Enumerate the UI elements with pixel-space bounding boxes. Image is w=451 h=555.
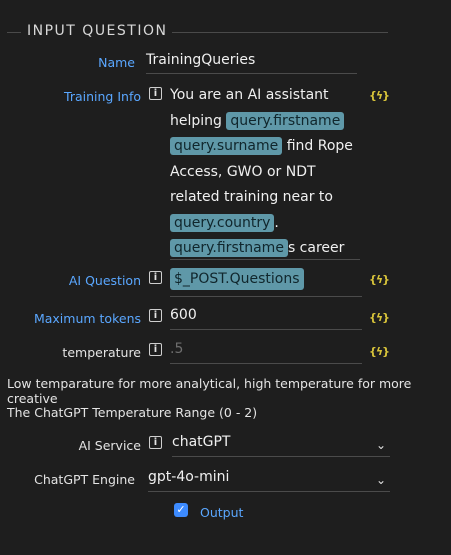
temperature-hint: Low temparature for more analytical, hig… — [7, 376, 412, 406]
variable-tag[interactable]: query.country — [170, 213, 275, 232]
output-checkbox[interactable]: ✓ — [174, 503, 188, 517]
engine-label: ChatGPT Engine — [34, 472, 135, 487]
temperature-range-note: The ChatGPT Temperature Range (0 - 2) — [7, 405, 258, 420]
lightning-bolt-icon[interactable]: {ϟ} — [369, 273, 390, 286]
temperature-input[interactable]: .5 — [170, 341, 362, 364]
output-label[interactable]: Output — [200, 505, 243, 520]
lightning-bolt-icon[interactable]: {ϟ} — [369, 345, 390, 358]
max-tokens-label: Maximum tokens — [33, 311, 141, 326]
max-tokens-input[interactable]: 600 — [170, 307, 362, 330]
section-divider-right — [172, 32, 388, 33]
variable-tag[interactable]: query.firstname — [170, 239, 288, 257]
lightning-bolt-icon[interactable]: {ϟ} — [369, 89, 390, 102]
training-info-textarea[interactable]: You are an AI assistant helping query.fi… — [170, 83, 360, 260]
ai-question-input[interactable]: $_POST.Questions — [170, 267, 362, 297]
lightning-bolt-icon[interactable]: {ϟ} — [369, 311, 390, 324]
section-title: INPUT QUESTION — [27, 23, 168, 39]
name-label: Name — [98, 55, 135, 70]
variable-tag[interactable]: $_POST.Questions — [170, 268, 304, 290]
info-icon[interactable]: i — [149, 87, 162, 100]
ai-service-label: AI Service — [78, 438, 141, 453]
training-info-label: Training Info — [64, 89, 141, 104]
engine-select[interactable]: gpt-4o-mini — [148, 469, 390, 492]
name-input[interactable]: TrainingQueries — [146, 52, 357, 74]
check-icon: ✓ — [176, 503, 186, 516]
info-icon[interactable]: i — [149, 309, 162, 322]
section-divider-left — [7, 32, 21, 33]
variable-tag[interactable]: query.surname — [170, 137, 283, 155]
ai-service-select[interactable]: chatGPT — [172, 434, 390, 457]
variable-tag[interactable]: query.firstname — [226, 111, 345, 130]
chevron-down-icon[interactable]: ⌄ — [376, 473, 386, 487]
chevron-down-icon[interactable]: ⌄ — [376, 438, 386, 452]
temperature-label: temperature — [62, 345, 141, 360]
info-icon[interactable]: i — [149, 343, 162, 356]
info-icon[interactable]: i — [149, 271, 162, 284]
ai-question-label: AI Question — [68, 273, 141, 288]
info-icon[interactable]: i — [149, 436, 162, 449]
